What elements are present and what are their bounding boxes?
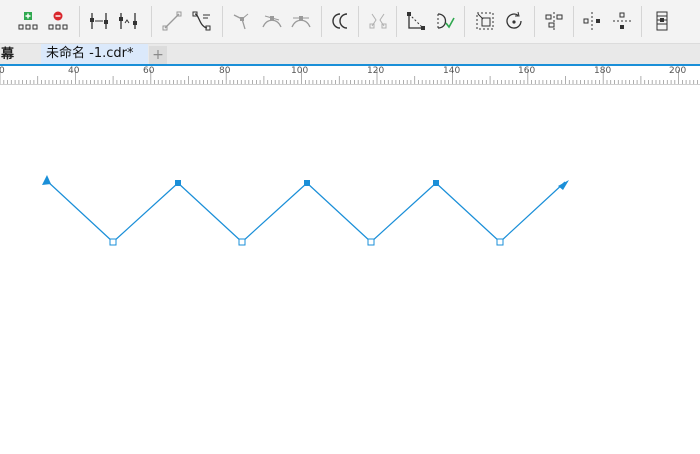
mirror-horizontal-button[interactable] (580, 9, 604, 33)
delete-node-button[interactable] (46, 9, 70, 33)
delete-node-icon (48, 11, 68, 30)
path-start-node[interactable] (42, 175, 51, 185)
ruler-label: 80 (219, 66, 231, 76)
path-end-node[interactable] (558, 180, 569, 190)
smooth-node-icon (262, 15, 282, 28)
ruler-label: 100 (291, 66, 309, 76)
toolbar-separator (396, 6, 397, 37)
convert-to-curve-icon (192, 11, 211, 31)
mirror-vertical-icon (613, 12, 631, 29)
symmetrical-node-button[interactable] (289, 9, 313, 33)
cusp-node-button[interactable] (230, 9, 254, 33)
drawing-canvas[interactable] (0, 85, 700, 450)
toolbar-separator (79, 6, 80, 37)
ruler-label: 200 (669, 66, 687, 76)
path-node[interactable] (304, 180, 310, 186)
reverse-direction-icon (332, 13, 348, 29)
align-nodes-icon (545, 12, 563, 30)
toolbar-separator (358, 6, 359, 37)
path-node[interactable] (175, 180, 181, 186)
toolbar-separator (534, 6, 535, 37)
toolbar-separator (464, 6, 465, 37)
elastic-mode-icon (656, 11, 668, 31)
close-curve-icon (437, 13, 455, 29)
stretch-scale-nodes-button[interactable] (473, 9, 497, 33)
ruler-label: 160 (518, 66, 536, 76)
property-bar (0, 0, 700, 44)
extract-subpath-button[interactable] (366, 9, 390, 33)
ruler-label: 180 (594, 66, 612, 76)
document-tab-bar: 幕 未命名 -1.cdr* + (0, 44, 700, 66)
new-tab-button[interactable]: + (149, 46, 167, 64)
tab-active-document[interactable]: 未命名 -1.cdr* (41, 44, 148, 66)
join-nodes-button[interactable] (87, 9, 111, 33)
add-node-icon (18, 12, 38, 30)
path-node[interactable] (367, 238, 375, 246)
path-node[interactable] (238, 238, 246, 246)
path-node[interactable] (433, 180, 439, 186)
drawing-surface (42, 175, 569, 246)
extend-curve-to-close-icon (407, 12, 425, 30)
toolbar-separator (573, 6, 574, 37)
stretch-scale-nodes-icon (476, 12, 494, 30)
ruler-label: 0 (0, 66, 5, 76)
toolbar-separator (222, 6, 223, 37)
toolbar-separator (321, 6, 322, 37)
path-node[interactable] (496, 238, 504, 246)
cusp-node-icon (233, 13, 249, 30)
convert-to-line-icon (162, 11, 182, 31)
rotate-skew-nodes-icon (506, 11, 522, 29)
add-node-button[interactable] (16, 9, 40, 33)
ruler-label: 120 (367, 66, 385, 76)
tab-active-label: 未命名 -1.cdr* (46, 46, 134, 61)
toolbar-separator (641, 6, 642, 37)
align-nodes-button[interactable] (542, 9, 566, 33)
extract-subpath-icon (369, 13, 387, 29)
break-curve-icon (119, 13, 137, 29)
mirror-vertical-button[interactable] (610, 9, 634, 33)
join-nodes-icon (90, 13, 108, 29)
close-curve-button[interactable] (433, 9, 457, 33)
mirror-horizontal-icon (583, 12, 600, 30)
path-node[interactable] (109, 238, 117, 246)
ruler-label: 40 (68, 66, 80, 76)
toolbar-separator (151, 6, 152, 37)
zigzag-path[interactable] (45, 179, 566, 243)
rotate-skew-nodes-button[interactable] (502, 9, 526, 33)
smooth-node-button[interactable] (260, 9, 284, 33)
break-curve-button[interactable] (116, 9, 140, 33)
horizontal-ruler[interactable]: 0 40 60 80 100 120 140 160 180 200 (0, 66, 700, 85)
ruler-label: 140 (443, 66, 461, 76)
convert-to-line-button[interactable] (160, 9, 184, 33)
elastic-mode-button[interactable] (650, 9, 674, 33)
ruler-label: 60 (143, 66, 155, 76)
convert-to-curve-button[interactable] (190, 9, 214, 33)
tab-previous-document[interactable]: 幕 (0, 44, 14, 66)
reverse-direction-button[interactable] (329, 9, 353, 33)
symmetrical-node-icon (291, 16, 311, 28)
extend-curve-to-close-button[interactable] (404, 9, 428, 33)
